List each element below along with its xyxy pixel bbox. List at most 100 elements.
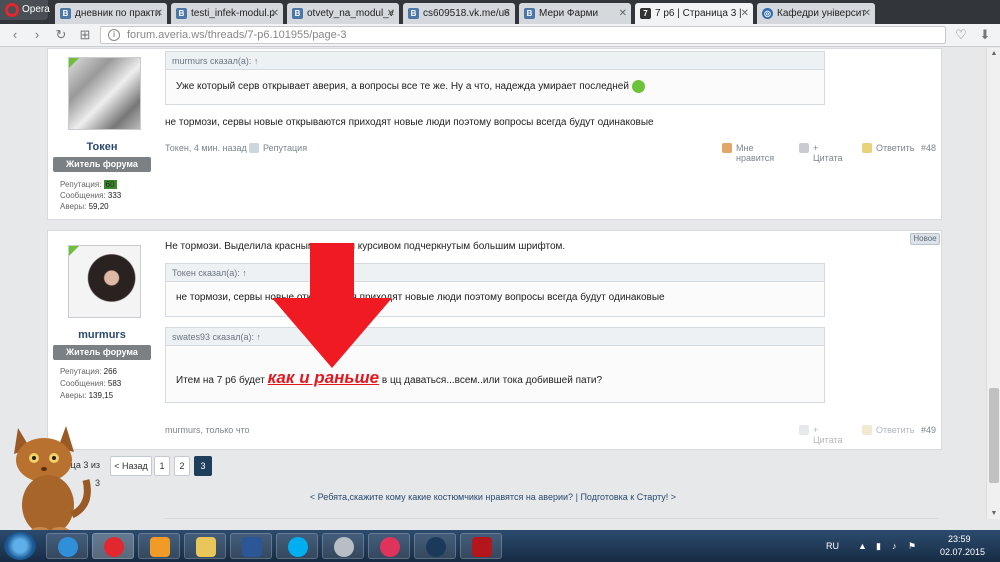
taskbar-media-player[interactable]: [138, 533, 180, 559]
close-icon[interactable]: ✕: [619, 3, 627, 24]
vk-icon: В: [176, 8, 187, 19]
taskbar-skype[interactable]: [276, 533, 318, 559]
heart-icon[interactable]: ♡: [952, 26, 970, 44]
vk-icon: В: [60, 8, 71, 19]
post-footer: Токен, 4 мин. назад Репутация Мне нравит…: [165, 143, 936, 163]
info-icon[interactable]: i: [108, 29, 120, 41]
tab[interactable]: Вotvety_na_modul_v ✕: [287, 3, 399, 24]
quote-button[interactable]: + Цитата: [799, 143, 843, 163]
tray-flag-icon[interactable]: ⚑: [908, 541, 916, 552]
post-meta[interactable]: Токен, 4 мин. назад: [165, 143, 247, 153]
user-title-badge: Житель форума: [53, 157, 151, 172]
media-player-icon: [150, 537, 170, 557]
tab[interactable]: ◎ Кафедри університ ✕: [757, 3, 875, 24]
next-thread-link[interactable]: Подготовка к Старту! >: [580, 492, 676, 502]
reply-button[interactable]: Ответить: [862, 425, 914, 436]
vk-icon: В: [408, 8, 419, 19]
page-scrollbar[interactable]: ▲ ▼: [986, 48, 1000, 519]
close-icon[interactable]: ✕: [741, 3, 749, 24]
reputation-link[interactable]: Репутация: [249, 143, 307, 154]
clock-time[interactable]: 23:59: [948, 534, 971, 544]
user-avers: Аверы: 59,20: [60, 202, 109, 211]
quote-icon: [799, 143, 809, 153]
tab[interactable]: Вдневник по практи ✕: [55, 3, 167, 24]
taskbar-game[interactable]: [460, 533, 502, 559]
tray-volume-icon[interactable]: ♪: [892, 541, 897, 551]
url-field[interactable]: i forum.averia.ws/threads/7-p6.101955/pa…: [100, 26, 946, 44]
taskbar-opera[interactable]: [92, 533, 134, 559]
scroll-thumb[interactable]: [989, 388, 999, 483]
user-messages: Сообщения: 333: [60, 191, 122, 200]
quote-header[interactable]: murmurs сказал(а): ↑: [166, 52, 824, 70]
quote-block: Токен сказал(а): ↑ не тормози, сервы нов…: [165, 263, 825, 317]
reply-icon: [862, 425, 872, 435]
vk-icon: В: [524, 8, 535, 19]
close-icon[interactable]: ✕: [503, 3, 511, 24]
post-author: murmurs Житель форума Репутация: 266 Соо…: [53, 231, 151, 449]
vk-icon: В: [292, 8, 303, 19]
globe-icon: ◎: [762, 8, 773, 19]
clock-date[interactable]: 02.07.2015: [940, 547, 985, 557]
taskbar-ie[interactable]: [46, 533, 88, 559]
reply-button[interactable]: Ответить: [862, 143, 914, 154]
folder-icon: [196, 537, 216, 557]
taskbar-word[interactable]: [230, 533, 272, 559]
tab[interactable]: В Мери Фарми ✕: [519, 3, 631, 24]
cat-mascot-icon: [14, 426, 91, 537]
page-2-button[interactable]: 2: [174, 456, 190, 476]
speed-dial-icon[interactable]: ⊞: [76, 26, 94, 44]
show-hidden-icons[interactable]: ▲: [858, 541, 867, 551]
post-number[interactable]: #49: [921, 425, 936, 435]
prev-thread-link[interactable]: < Ребята,скажите кому какие костюмчики н…: [310, 492, 573, 502]
reload-icon[interactable]: ↻: [52, 26, 70, 44]
taskbar-steam[interactable]: [414, 533, 456, 559]
taskbar-explorer[interactable]: [184, 533, 226, 559]
quote-header[interactable]: swates93 сказал(а): ↑: [166, 328, 824, 346]
page-3-button[interactable]: 3: [194, 456, 212, 476]
tray-network-icon[interactable]: ▮: [876, 541, 881, 552]
close-icon[interactable]: ✕: [863, 3, 871, 24]
reputation-icon: [249, 143, 259, 153]
quote-text: Уже который серв открывает аверия, а воп…: [166, 70, 824, 93]
post-author: Токен Житель форума Репутация: 60 Сообще…: [53, 49, 151, 219]
language-indicator[interactable]: RU: [826, 541, 839, 551]
avatar[interactable]: [68, 245, 141, 318]
download-icon[interactable]: ⬇: [976, 26, 994, 44]
reply-editor-toolbar[interactable]: [164, 518, 939, 519]
close-icon[interactable]: ✕: [387, 3, 395, 24]
start-button[interactable]: [4, 532, 36, 560]
user-reputation: Репутация: 266: [60, 367, 117, 376]
reply-icon: [862, 143, 872, 153]
scroll-up-icon[interactable]: ▲: [987, 50, 1000, 57]
skype-icon: [288, 537, 308, 557]
username[interactable]: Токен: [53, 141, 151, 153]
username[interactable]: murmurs: [53, 329, 151, 341]
quote-header[interactable]: Токен сказал(а): ↑: [166, 264, 824, 282]
game-icon: [472, 537, 492, 557]
highlighted-text: как и раньше: [267, 368, 380, 387]
close-icon[interactable]: ✕: [271, 3, 279, 24]
post-number[interactable]: #48: [921, 143, 936, 153]
forward-icon[interactable]: ›: [28, 26, 46, 44]
new-badge: Новое: [910, 233, 940, 245]
page-1-button[interactable]: 1: [154, 456, 170, 476]
taskbar-disc[interactable]: [322, 533, 364, 559]
post-meta[interactable]: murmurs, только что: [165, 425, 250, 435]
forum-icon: 7: [640, 8, 651, 19]
avatar[interactable]: [68, 57, 141, 130]
tab[interactable]: Вcs609518.vk.me/u6 ✕: [403, 3, 515, 24]
scroll-down-icon[interactable]: ▼: [987, 510, 1000, 517]
like-button[interactable]: Мне нравится: [722, 143, 774, 163]
taskbar-itunes[interactable]: [368, 533, 410, 559]
user-messages: Сообщения: 583: [60, 379, 122, 388]
quote-button[interactable]: + Цитата: [799, 425, 843, 445]
opera-menu-button[interactable]: Opera: [0, 0, 50, 20]
thumbs-up-icon: [722, 143, 732, 153]
tab[interactable]: Вtesti_infek-modul.p ✕: [171, 3, 283, 24]
ie-icon: [58, 537, 78, 557]
word-icon: [242, 537, 262, 557]
back-icon[interactable]: ‹: [6, 26, 24, 44]
close-icon[interactable]: ✕: [155, 3, 163, 24]
tab-active[interactable]: 77 р6 | Страница 3 | ✕: [635, 3, 753, 24]
prev-page-button[interactable]: < Назад: [110, 456, 152, 476]
